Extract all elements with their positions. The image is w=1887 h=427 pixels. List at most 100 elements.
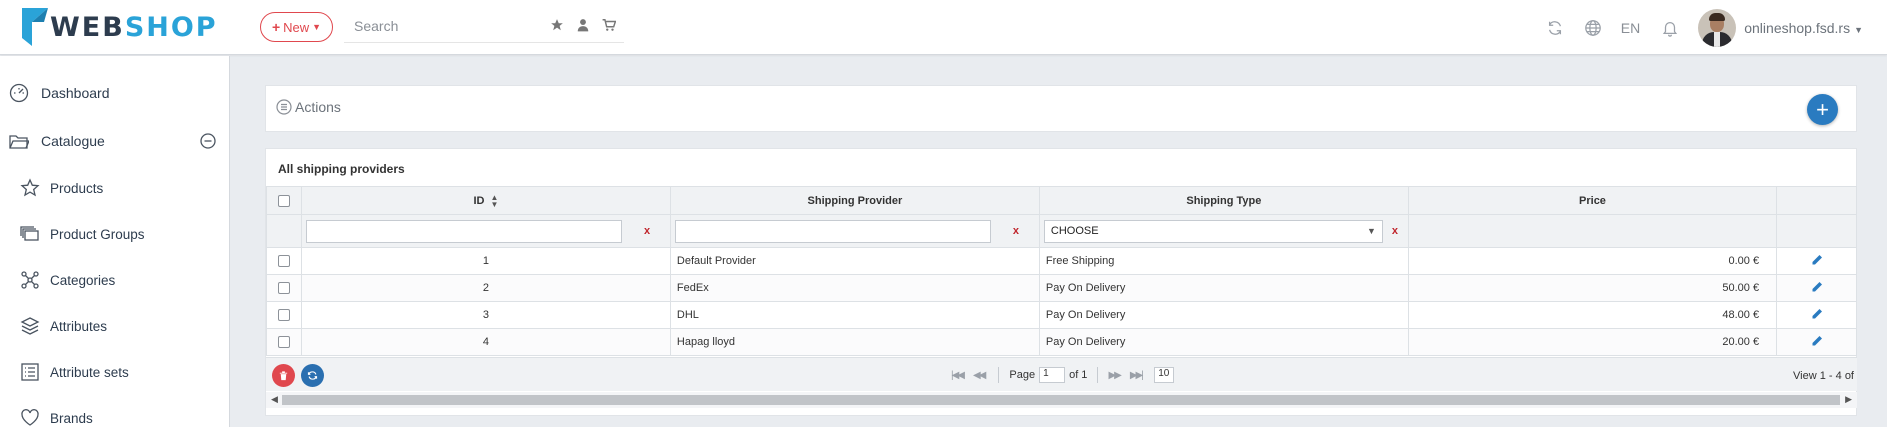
sidebar-item-label: Attribute sets — [50, 364, 129, 380]
row-checkbox[interactable] — [277, 282, 290, 295]
star-icon[interactable] — [550, 18, 564, 32]
site-menu[interactable]: onlineshop.fsd.rs ▼ — [1744, 20, 1863, 36]
first-page-icon[interactable]: |◀◀ — [951, 370, 965, 381]
page-number-input[interactable]: 1 — [1039, 367, 1066, 383]
column-header-type[interactable]: Shipping Type — [1038, 186, 1409, 215]
clear-filter-icon[interactable]: x — [644, 225, 650, 237]
sidebar-item-label: Brands — [50, 410, 93, 426]
cell-provider: Hapag lloyd — [669, 328, 1040, 356]
scroll-right-icon[interactable]: ▶ — [1845, 394, 1852, 405]
avatar[interactable] — [1698, 8, 1737, 47]
page-size-select[interactable]: 10 — [1153, 367, 1174, 383]
search-bar — [344, 11, 624, 43]
sidebar-item-catalogue[interactable]: Catalogue — [0, 126, 230, 156]
horizontal-scrollbar[interactable]: ◀ ▶ — [266, 392, 1857, 408]
site-name-label: onlineshop.fsd.rs — [1744, 19, 1851, 36]
delete-button[interactable] — [272, 364, 295, 387]
cell-price: 0.00 € — [1407, 247, 1778, 275]
view-info: View 1 - 4 of — [1793, 370, 1854, 382]
column-header-id[interactable]: ID ▲ ▼ — [300, 186, 671, 215]
sidebar-item-product-groups[interactable]: Product Groups — [0, 219, 230, 249]
filter-cell: x — [300, 214, 671, 248]
sidebar-item-categories[interactable]: Categories — [0, 265, 230, 295]
cell-type: Pay On Delivery — [1038, 328, 1409, 356]
cart-icon[interactable] — [602, 18, 616, 32]
table-row[interactable]: 4 Hapag lloyd Pay On Delivery 20.00 € — [266, 328, 1857, 356]
scroll-left-icon[interactable]: ◀ — [271, 394, 278, 405]
edit-cell — [1776, 274, 1857, 302]
collapse-icon[interactable] — [200, 133, 216, 149]
folder-icon — [9, 135, 29, 149]
tree-icon — [21, 271, 39, 289]
row-checkbox[interactable] — [277, 336, 290, 349]
layers-icon — [20, 317, 40, 335]
scrollbar-thumb[interactable] — [282, 395, 1840, 405]
sidebar-item-brands[interactable]: Brands — [0, 403, 230, 427]
next-page-icon[interactable]: ▶▶ — [1108, 370, 1121, 381]
column-label: Price — [1579, 194, 1606, 207]
column-header-provider[interactable]: Shipping Provider — [669, 186, 1040, 215]
pencil-icon[interactable] — [1811, 335, 1823, 347]
new-button-label: New — [283, 19, 310, 35]
filter-cell — [1407, 214, 1778, 248]
row-checkbox[interactable] — [277, 309, 290, 322]
cell-price: 48.00 € — [1407, 301, 1778, 329]
user-icon[interactable] — [576, 18, 590, 32]
prev-page-icon[interactable]: ◀◀ — [973, 370, 986, 381]
globe-icon[interactable] — [1583, 18, 1603, 38]
cell-provider: DHL — [669, 301, 1040, 329]
column-header-price[interactable]: Price — [1407, 186, 1778, 215]
id-filter-input[interactable] — [305, 219, 622, 243]
select-all-checkbox[interactable] — [277, 194, 290, 207]
row-select-cell — [266, 328, 302, 356]
chevron-down-icon: ▼ — [1854, 24, 1863, 35]
language-selector[interactable]: EN — [1621, 20, 1640, 36]
column-header-actions — [1776, 186, 1857, 215]
sidebar-item-attribute-sets[interactable]: Attribute sets — [0, 357, 230, 387]
add-button[interactable]: + — [1807, 94, 1838, 125]
star-icon — [20, 178, 40, 197]
actions-title: Actions — [295, 99, 341, 115]
pager-bar: |◀◀ ◀◀ Page 1 of 1 ▶▶ ▶▶| 10 View 1 - 4 … — [266, 357, 1857, 391]
edit-cell — [1776, 247, 1857, 275]
sidebar-item-label: Dashboard — [41, 85, 110, 101]
logo-flag-icon — [22, 8, 48, 46]
refresh-icon — [307, 371, 318, 380]
page-label: Page — [1009, 369, 1036, 381]
cell-price: 50.00 € — [1407, 274, 1778, 302]
select-all-header — [266, 186, 302, 215]
webshop-logo[interactable]: WEBSHOP — [22, 7, 218, 47]
pencil-icon[interactable] — [1811, 308, 1823, 320]
dropdown-arrow-icon: ▼ — [1366, 226, 1376, 236]
pencil-icon[interactable] — [1811, 281, 1823, 293]
sidebar-item-products[interactable]: Products — [0, 173, 230, 203]
new-button[interactable]: + New ▼ — [260, 12, 333, 42]
provider-filter-input[interactable] — [674, 219, 991, 243]
cell-provider: FedEx — [669, 274, 1040, 302]
clear-filter-icon[interactable]: x — [1392, 225, 1398, 237]
sort-icon[interactable]: ▲ ▼ — [490, 193, 498, 208]
pencil-icon[interactable] — [1811, 254, 1823, 266]
actions-toggle[interactable]: Actions — [276, 99, 341, 115]
plus-icon: + — [271, 19, 281, 35]
refresh-button[interactable] — [301, 364, 324, 387]
type-filter-select[interactable]: CHOOSE ▼ — [1043, 219, 1383, 243]
page-count-label: of 1 — [1069, 369, 1088, 381]
table-row[interactable]: 1 Default Provider Free Shipping 0.00 € — [266, 247, 1857, 275]
table-row[interactable]: 2 FedEx Pay On Delivery 50.00 € — [266, 274, 1857, 302]
clear-filter-icon[interactable]: x — [1013, 225, 1019, 237]
bell-icon[interactable] — [1660, 18, 1680, 38]
table-row[interactable]: 3 DHL Pay On Delivery 48.00 € — [266, 301, 1857, 329]
sidebar-item-attributes[interactable]: Attributes — [0, 311, 230, 341]
sidebar-item-label: Products — [50, 180, 104, 196]
cell-type: Free Shipping — [1038, 247, 1409, 275]
refresh-icon[interactable] — [1545, 18, 1565, 38]
search-input[interactable] — [344, 11, 534, 41]
last-page-icon[interactable]: ▶▶| — [1130, 370, 1144, 381]
row-select-cell — [266, 274, 302, 302]
sidebar-item-dashboard[interactable]: Dashboard — [0, 78, 230, 108]
pagination: |◀◀ ◀◀ Page 1 of 1 ▶▶ ▶▶| 10 — [951, 367, 1174, 383]
select-value: CHOOSE — [1050, 225, 1099, 237]
menu-circle-icon — [276, 99, 292, 115]
row-checkbox[interactable] — [277, 255, 290, 268]
